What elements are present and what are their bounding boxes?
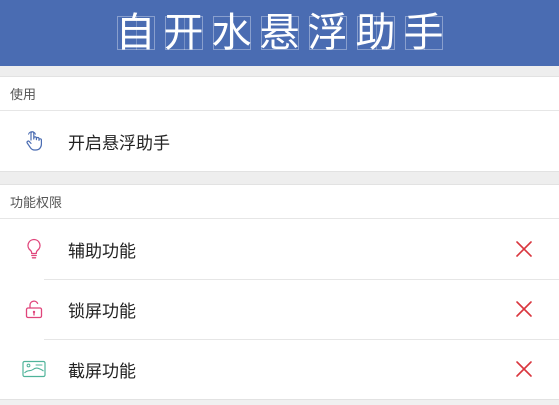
title-char: 浮 bbox=[305, 10, 351, 56]
section-title: 功能权限 bbox=[0, 185, 559, 219]
spacer bbox=[0, 66, 559, 76]
app-title: 自 开 水 悬 浮 助 手 bbox=[113, 10, 447, 56]
spacer bbox=[0, 172, 559, 184]
unlock-icon bbox=[0, 299, 68, 319]
row-label: 开启悬浮助手 bbox=[68, 133, 170, 154]
title-char: 悬 bbox=[257, 10, 303, 56]
section-usage: 使用 开启悬浮助手 bbox=[0, 76, 559, 172]
row-label: 截屏功能 bbox=[68, 361, 136, 382]
row-lock-screen[interactable]: 锁屏功能 bbox=[0, 279, 559, 339]
section-title: 使用 bbox=[0, 77, 559, 111]
lightbulb-icon bbox=[0, 238, 68, 260]
app-header: 自 开 水 悬 浮 助 手 bbox=[0, 0, 559, 66]
row-label: 辅助功能 bbox=[68, 241, 136, 262]
image-icon bbox=[0, 360, 68, 378]
row-screenshot[interactable]: 截屏功能 bbox=[0, 339, 559, 399]
row-label: 锁屏功能 bbox=[68, 301, 136, 322]
hand-pointer-icon bbox=[0, 130, 68, 152]
title-char: 水 bbox=[209, 10, 255, 56]
section-permissions: 功能权限 辅助功能 锁屏功能 截屏功能 bbox=[0, 184, 559, 400]
row-accessibility[interactable]: 辅助功能 bbox=[0, 219, 559, 279]
close-icon[interactable] bbox=[489, 240, 559, 258]
title-char: 助 bbox=[353, 10, 399, 56]
title-char: 自 bbox=[113, 10, 159, 56]
title-char: 手 bbox=[401, 10, 447, 56]
title-char: 开 bbox=[161, 10, 207, 56]
row-open-floating-assistant[interactable]: 开启悬浮助手 bbox=[0, 111, 559, 171]
close-icon[interactable] bbox=[489, 300, 559, 318]
close-icon[interactable] bbox=[489, 360, 559, 378]
